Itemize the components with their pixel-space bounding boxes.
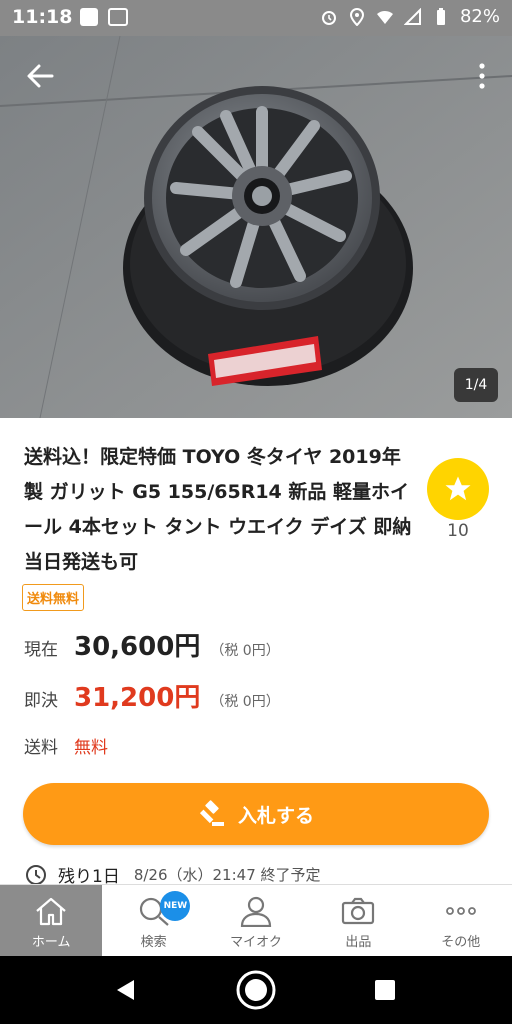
end-time: 8/26（水）21:47 終了予定 <box>133 866 321 884</box>
free-shipping-badge: 送料無料 <box>22 584 85 611</box>
bid-button-label: 入札する <box>237 804 314 827</box>
tab-sell[interactable]: 出品 <box>307 885 409 957</box>
system-nav-bar <box>0 956 512 1024</box>
more-options-icon[interactable] <box>474 60 490 92</box>
tab-other[interactable]: その他 <box>410 885 512 957</box>
clock-icon <box>26 864 46 885</box>
watch-button[interactable] <box>427 458 489 520</box>
tab-sell-label: 出品 <box>345 935 372 950</box>
signal-icon <box>403 7 421 25</box>
new-badge: NEW <box>160 891 191 921</box>
tire-wheel-photo <box>0 36 512 418</box>
home-icon <box>36 897 66 926</box>
star-icon <box>445 476 471 501</box>
tab-my-auction-label: マイオク <box>230 935 282 950</box>
tab-home-label: ホーム <box>31 935 71 950</box>
listing-title: 送料込！限定特価 TOYO 冬タイヤ 2019年製 ガリット G5 155/65… <box>24 446 412 573</box>
nav-back-icon[interactable] <box>114 978 138 1002</box>
mail-notification-icon <box>108 8 128 26</box>
buyout-price-row: 即決 31,200円 （税 0円） <box>24 677 280 714</box>
camera-icon <box>342 897 375 925</box>
tab-search-label: 検索 <box>140 935 167 950</box>
alarm-icon <box>321 10 336 25</box>
bottom-tab-bar: ホーム 検索 NEW マイオク 出品 その他 <box>0 884 512 957</box>
nav-recents-icon[interactable] <box>374 979 396 1001</box>
current-price: 30,600円 <box>74 632 201 662</box>
more-dots-icon <box>445 907 476 915</box>
buyout-price-tax: （税 0円） <box>210 694 280 710</box>
current-price-row: 現在 30,600円 （税 0円） <box>24 626 280 663</box>
shipping-label: 送料 <box>24 738 58 758</box>
battery-icon <box>436 7 445 25</box>
tab-other-label: その他 <box>441 935 481 950</box>
status-time: 11:18 <box>12 6 73 28</box>
bid-button[interactable]: 入札する <box>23 783 489 845</box>
current-price-label: 現在 <box>24 640 58 660</box>
tab-my-auction[interactable]: マイオク <box>205 885 307 957</box>
nav-home-icon[interactable] <box>234 968 278 1012</box>
shipping-value: 無料 <box>74 738 108 758</box>
tab-search[interactable]: 検索 NEW <box>102 885 204 957</box>
product-image[interactable] <box>0 36 512 418</box>
tab-home[interactable]: ホーム <box>0 885 103 957</box>
shipping-row: 送料 無料 <box>24 733 108 758</box>
notification-square-icon <box>80 8 98 26</box>
current-price-tax: （税 0円） <box>210 643 280 659</box>
person-icon <box>240 896 272 927</box>
buyout-price: 31,200円 <box>74 683 201 713</box>
image-counter: 1/4 <box>454 368 498 402</box>
buyout-price-label: 即決 <box>24 691 58 711</box>
status-bar: 11:18 82% <box>0 0 512 36</box>
battery-percent: 82% <box>459 6 500 27</box>
location-icon <box>349 7 364 26</box>
wifi-icon <box>376 10 393 24</box>
watch-count: 10 <box>447 521 469 541</box>
gavel-icon <box>199 800 224 826</box>
back-arrow-icon[interactable] <box>22 58 58 94</box>
